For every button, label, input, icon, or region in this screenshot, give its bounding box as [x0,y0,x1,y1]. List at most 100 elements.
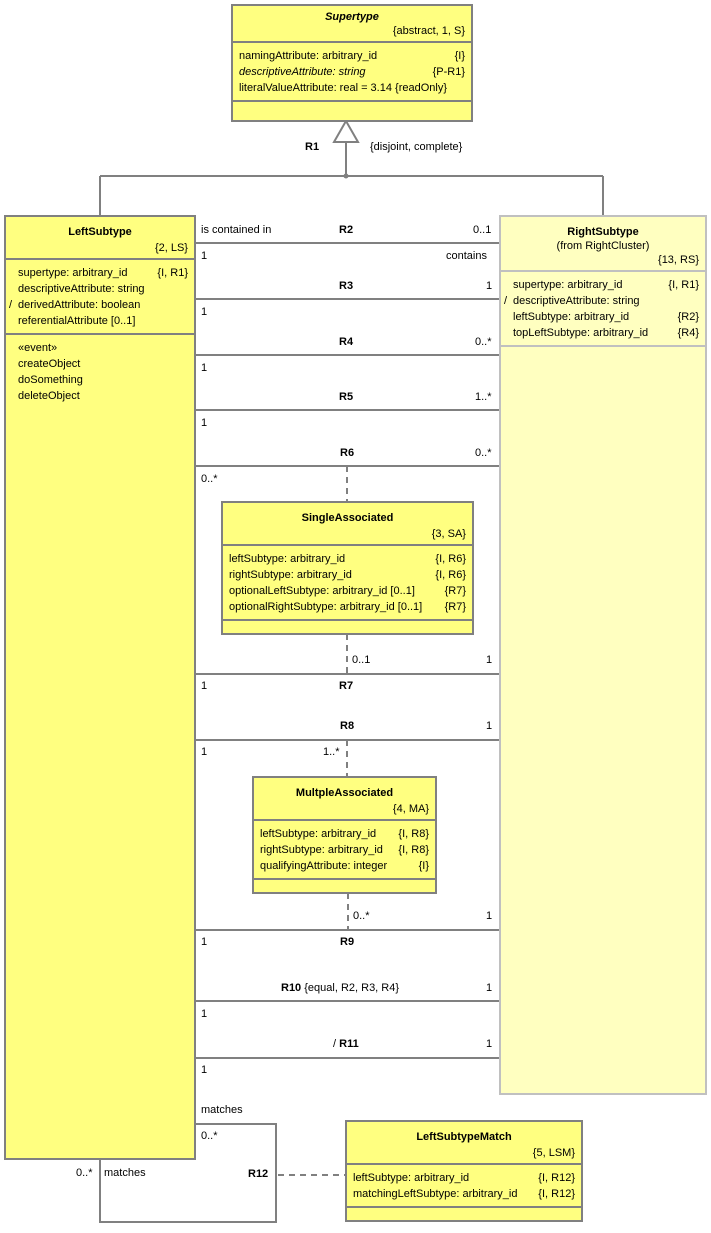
attribute-constraint [695,293,699,309]
class-name: RightSubtype [567,226,639,238]
attribute-text: optionalLeftSubtype: arbitrary_id [0..1] [229,585,415,597]
r4-right-mult: 0..* [475,336,492,348]
attribute-constraint: {I, R8} [398,844,429,856]
attribute-constraint: {I, R12} [538,1188,575,1200]
r10-left-mult: 1 [201,1008,208,1020]
operation-row: doSomething [18,374,83,386]
r2-left-mult: 1 [201,250,208,262]
r10-label-group[interactable]: R10 {equal, R2, R3, R4} [281,982,399,995]
attribute-compartment: leftSubtype: arbitrary_id {I, R8} rightSu… [254,821,435,880]
attribute-compartment: namingAttribute: arbitrary_id {I} descrip… [233,43,471,102]
derived-marker: / [9,299,13,311]
attribute-text: namingAttribute: arbitrary_id [239,50,378,62]
r6-right-mult: 0..* [475,447,492,459]
r7-left-mult: 1 [201,680,208,692]
class-name: Supertype [325,11,379,23]
r10-label[interactable]: R10 [281,982,301,994]
attribute-text: supertype: arbitrary_id [513,279,623,291]
r3-right-mult: 1 [486,280,493,292]
attribute-compartment: supertype: arbitrary_id {I, R1} / descript… [501,272,705,347]
r8-label[interactable]: R8 [340,720,354,733]
r9-right-mult: 1 [486,910,493,922]
class-multiple-associated[interactable]: MultpleAssociated {4, MA} leftSubtype: a… [252,776,437,894]
attribute-row: supertype: arbitrary_id {I, R1} [18,265,188,281]
attribute-constraint: {P-R1} [432,66,465,78]
attribute-row: leftSubtype: arbitrary_id {I, R8} [260,826,429,842]
attribute-constraint: {R7} [444,585,466,597]
r2-label[interactable]: R2 [339,224,353,237]
class-name: SingleAssociated [301,512,394,524]
attribute-row: / descriptiveAttribute: string [504,293,699,309]
attribute-constraint: {I, R1} [157,267,188,279]
attribute-row: / derivedAttribute: boolean [9,297,188,313]
attribute-constraint: {I, R8} [398,828,429,840]
r5-right-mult: 1..* [475,391,492,403]
class-header: LeftSubtype {2, LS} [6,217,194,260]
derived-marker: / [504,295,508,307]
r7-label[interactable]: R7 [339,680,353,693]
class-supertype[interactable]: Supertype {abstract, 1, S} namingAttribu… [231,4,473,122]
r1-constraint: {disjoint, complete} [370,141,463,153]
attribute-text: supertype: arbitrary_id [18,267,128,279]
r10-right-mult: 1 [486,982,493,994]
class-right-subtype[interactable]: RightSubtype (from RightCluster) {13, RS… [499,215,707,1095]
attribute-row: qualifyingAttribute: integer {I} [260,858,429,874]
operation-row: createObject [18,358,81,370]
attribute-row: optionalLeftSubtype: arbitrary_id [0..1]… [229,583,466,599]
r12-top-mult: 0..* [201,1130,218,1142]
attribute-text: optionalRightSubtype: arbitrary_id [0..1… [229,601,423,613]
r11-label-group[interactable]: / R11 [333,1038,359,1051]
class-single-associated[interactable]: SingleAssociated {3, SA} leftSubtype: ar… [221,501,474,635]
r2-left-phrase: is contained in [201,224,272,236]
attribute-text: rightSubtype: arbitrary_id [229,569,352,581]
r9-label[interactable]: R9 [340,936,354,949]
attribute-text: referentialAttribute [0..1] [18,315,136,327]
r3-label[interactable]: R3 [339,280,353,293]
attribute-row: descriptiveAttribute: string [18,281,188,297]
attribute-constraint: {I, R6} [435,553,466,565]
r1-label[interactable]: R1 [305,141,319,154]
attribute-constraint: {R7} [444,601,466,613]
attribute-constraint: {R2} [677,311,699,323]
attribute-row: leftSubtype: arbitrary_id {I, R6} [229,551,466,567]
attribute-constraint: {I, R1} [668,279,699,291]
attribute-constraint: {I} [454,50,465,62]
class-keyletters: {2, LS} [154,242,188,254]
r4-left-mult: 1 [201,362,208,374]
attribute-row: matchingLeftSubtype: arbitrary_id {I, R12… [353,1186,575,1202]
class-name: LeftSubtype [68,226,132,238]
operation-row: deleteObject [18,390,80,402]
operation-compartment: «event» createObject doSomething deleteO… [6,335,194,408]
attribute-constraint [461,80,465,96]
r1-junction [343,173,349,179]
r7-assoc-mult: 0..1 [352,654,371,666]
r12-bottom-mult: 0..* [76,1167,93,1179]
attribute-row: rightSubtype: arbitrary_id {I, R6} [229,567,466,583]
r8-right-mult: 1 [486,720,493,732]
attribute-text: / descriptiveAttribute: string [504,295,640,307]
attribute-text: qualifyingAttribute: integer [260,860,388,872]
attribute-text: leftSubtype: arbitrary_id [260,828,377,840]
attribute-row: optionalRightSubtype: arbitrary_id [0..1… [229,599,466,615]
attribute-constraint [184,313,188,329]
attribute-text: leftSubtype: arbitrary_id [353,1172,470,1184]
attribute-row: referentialAttribute [0..1] [18,313,188,329]
r11-label[interactable]: R11 [339,1038,359,1050]
attribute-text: descriptiveAttribute: string [239,66,366,78]
attribute-text: topLeftSubtype: arbitrary_id [513,327,649,339]
attribute-text: / derivedAttribute: boolean [9,299,141,311]
attribute-text: rightSubtype: arbitrary_id [260,844,383,856]
r4-label[interactable]: R4 [339,336,353,349]
class-left-subtype[interactable]: LeftSubtype {2, LS} supertype: arbitrary… [4,215,196,1160]
r5-label[interactable]: R5 [339,391,353,404]
attribute-text: literalValueAttribute: real = 3.14 {read… [239,82,448,94]
r2-right-mult: 0..1 [473,224,492,236]
class-header: Supertype {abstract, 1, S} [233,6,471,43]
class-left-subtype-match[interactable]: LeftSubtypeMatch {5, LSM} leftSubtype: a… [345,1120,583,1222]
r6-label[interactable]: R6 [340,447,354,460]
class-header: LeftSubtypeMatch {5, LSM} [347,1122,581,1165]
attribute-compartment: leftSubtype: arbitrary_id {I, R6} rightSu… [223,546,472,621]
r12-label[interactable]: R12 [248,1168,268,1181]
attribute-constraint: {R4} [677,327,699,339]
class-header: MultpleAssociated {4, MA} [254,778,435,821]
